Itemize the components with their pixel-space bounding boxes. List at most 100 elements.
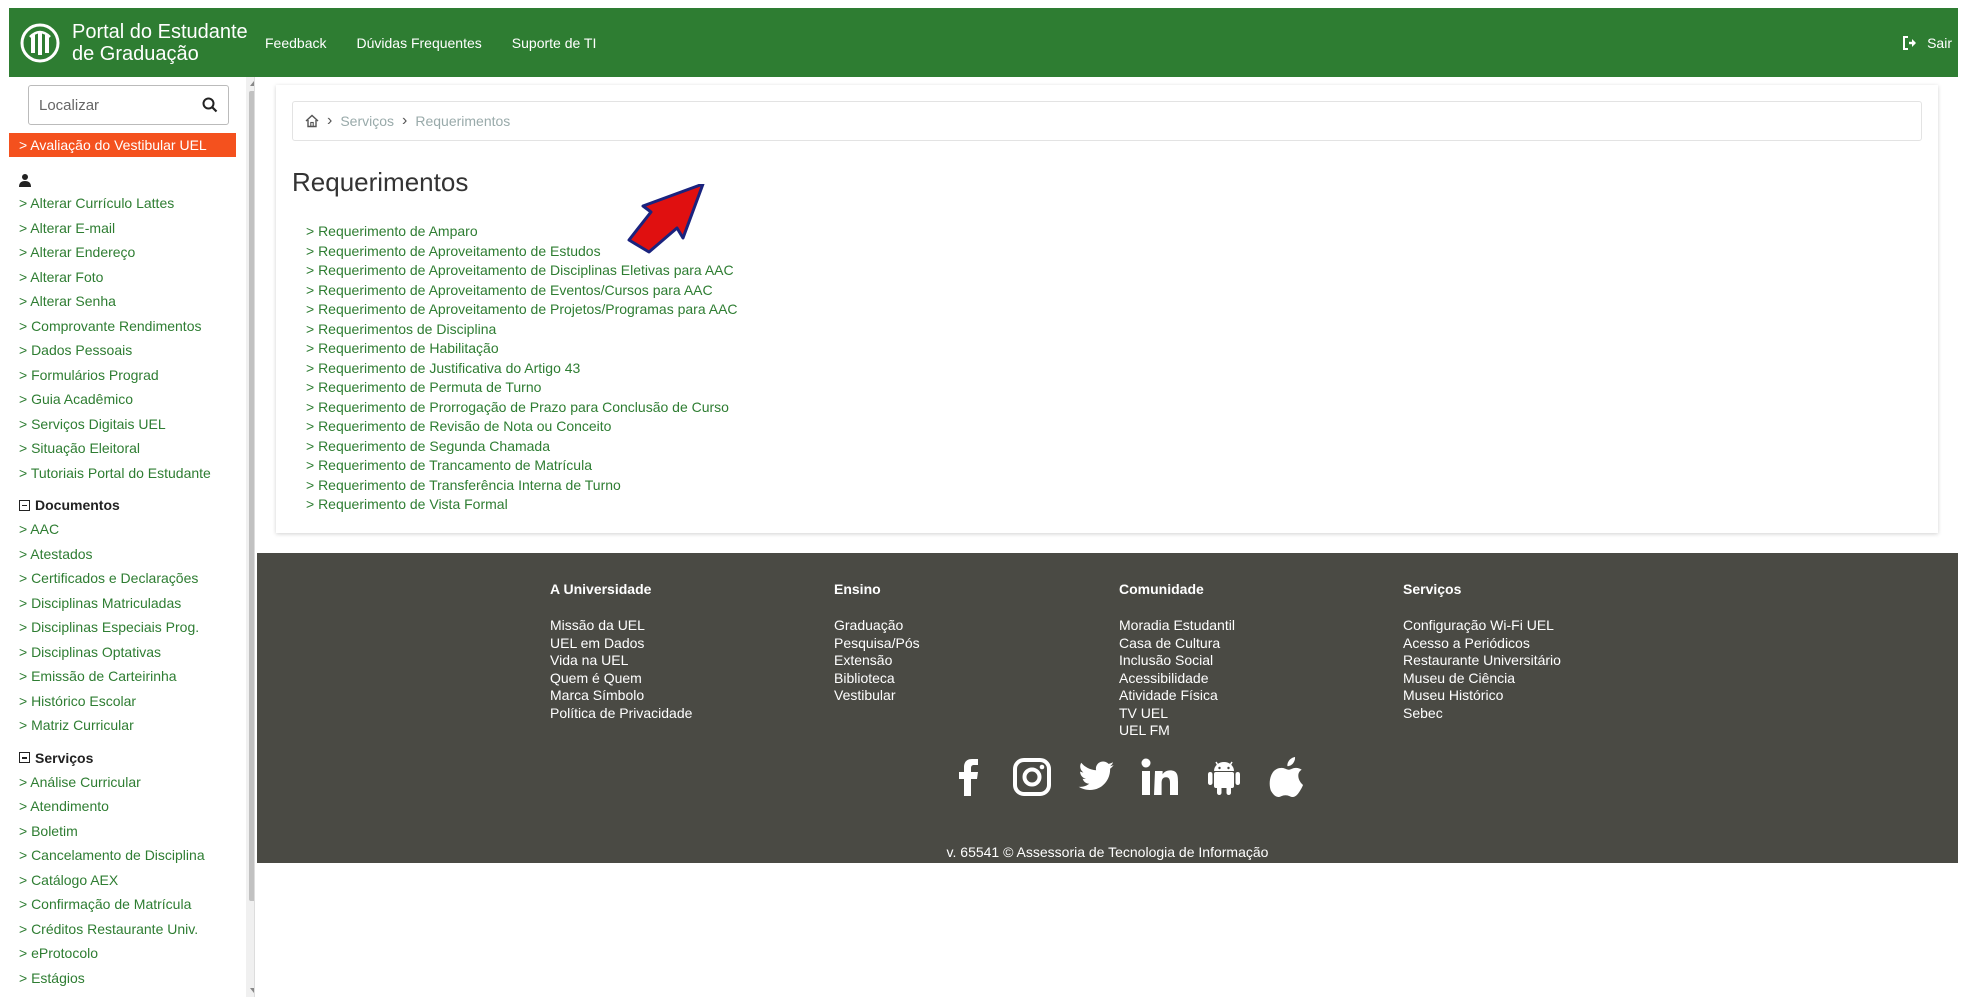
footer-link[interactable]: UEL em Dados [550, 635, 692, 653]
footer-link[interactable]: Marca Símbolo [550, 687, 692, 705]
footer-link[interactable]: Missão da UEL [550, 617, 692, 635]
nav-feedback[interactable]: Feedback [265, 35, 326, 51]
logout-button[interactable]: Sair [1901, 8, 1952, 77]
footer-link[interactable]: Pesquisa/Pós [834, 635, 920, 653]
sidebar-item[interactable]: > Histórico Escolar [19, 689, 243, 714]
sidebar-item[interactable]: > AAC [19, 517, 243, 542]
footer-link[interactable]: Moradia Estudantil [1119, 617, 1235, 635]
requerimento-link[interactable]: > Requerimento de Prorrogação de Prazo p… [306, 398, 738, 418]
requerimento-link[interactable]: > Requerimentos de Disciplina [306, 320, 738, 340]
sidebar-item[interactable]: > Boletim [19, 819, 243, 844]
page-title: Requerimentos [292, 167, 469, 197]
sidebar-item[interactable]: > Matriz Curricular [19, 713, 243, 738]
footer-link[interactable]: Configuração Wi-Fi UEL [1403, 617, 1561, 635]
sidebar-item-avaliacao-vestibular[interactable]: > Avaliação do Vestibular UEL [9, 133, 236, 157]
linkedin-icon[interactable] [1139, 756, 1181, 798]
scroll-down-icon[interactable] [250, 988, 254, 993]
sidebar-item[interactable]: > Guia Acadêmico [19, 387, 243, 412]
chevron-right-icon: › [402, 112, 408, 129]
sidebar-item[interactable]: > Alterar Endereço [19, 240, 243, 265]
requerimento-link[interactable]: > Requerimento de Aproveitamento de Proj… [306, 300, 738, 320]
footer-link[interactable]: Museu Histórico [1403, 687, 1561, 705]
footer-link[interactable]: Casa de Cultura [1119, 635, 1235, 653]
annotation-arrow-icon [627, 184, 705, 254]
sidebar-item[interactable]: > Tutoriais Portal do Estudante [19, 461, 243, 486]
sidebar-item[interactable]: > Atestados [19, 542, 243, 567]
sidebar-item[interactable]: > Estágios [19, 966, 243, 991]
sidebar-item[interactable]: > Catálogo AEX [19, 868, 243, 893]
footer-link[interactable]: Vestibular [834, 687, 920, 705]
collapse-icon [19, 499, 30, 511]
sidebar-item[interactable]: > Disciplinas Especiais Prog. [19, 615, 243, 640]
nav-duvidas-frequentes[interactable]: Dúvidas Frequentes [356, 35, 481, 51]
facebook-icon[interactable] [947, 756, 989, 798]
sidebar-item[interactable]: > Certificados e Declarações [19, 566, 243, 591]
sidebar-item[interactable]: > Emissão de Carteirinha [19, 664, 243, 689]
requerimento-link[interactable]: > Requerimento de Habilitação [306, 339, 738, 359]
sidebar-scrollbar[interactable] [246, 77, 254, 997]
sidebar-item[interactable]: > Situação Eleitoral [19, 436, 243, 461]
footer-link[interactable]: Política de Privacidade [550, 705, 692, 723]
sidebar-item[interactable]: > Análise Curricular [19, 770, 243, 795]
top-bar: Portal do Estudante de Graduação Feedbac… [9, 8, 1958, 77]
sidebar-item[interactable]: > Atendimento [19, 794, 243, 819]
sidebar-item[interactable]: > Formulários Prograd [19, 363, 243, 388]
requerimento-link[interactable]: > Requerimento de Aproveitamento de Even… [306, 281, 738, 301]
sidebar-item[interactable]: > Alterar Senha [19, 289, 243, 314]
sidebar-item[interactable]: > Alterar Foto [19, 265, 243, 290]
section-documentos[interactable]: Documentos [19, 493, 243, 517]
sidebar-item[interactable]: > Comprovante Rendimentos [19, 314, 243, 339]
apple-icon[interactable] [1267, 756, 1309, 798]
sidebar-item[interactable]: > Serviços Digitais UEL [19, 412, 243, 437]
brand[interactable]: Portal do Estudante de Graduação [9, 21, 265, 65]
scrollbar-thumb[interactable] [249, 91, 254, 901]
footer-link[interactable]: TV UEL [1119, 705, 1235, 723]
sidebar-item[interactable]: > Alterar E-mail [19, 216, 243, 241]
requerimento-link[interactable]: > Requerimento de Revisão de Nota ou Con… [306, 417, 738, 437]
requerimento-link[interactable]: > Requerimento de Vista Formal [306, 495, 738, 515]
chevron-right-icon: › [327, 112, 333, 129]
breadcrumb: › Serviços › Requerimentos [292, 101, 1922, 141]
footer-link[interactable]: UEL FM [1119, 722, 1235, 740]
requerimento-link[interactable]: > Requerimento de Transferência Interna … [306, 476, 738, 496]
footer-link[interactable]: Restaurante Universitário [1403, 652, 1561, 670]
section-servicos[interactable]: Serviços [19, 746, 243, 770]
top-nav: Feedback Dúvidas Frequentes Suporte de T… [265, 35, 596, 51]
footer-link[interactable]: Museu de Ciência [1403, 670, 1561, 688]
instagram-icon[interactable] [1011, 756, 1053, 798]
footer-link[interactable]: Acesso a Periódicos [1403, 635, 1561, 653]
search-input[interactable] [39, 96, 199, 114]
footer-link[interactable]: Atividade Física [1119, 687, 1235, 705]
sidebar-item[interactable]: > Confirmação de Matrícula [19, 892, 243, 917]
footer-link[interactable]: Sebec [1403, 705, 1561, 723]
requerimento-link[interactable]: > Requerimento de Segunda Chamada [306, 437, 738, 457]
footer-link[interactable]: Biblioteca [834, 670, 920, 688]
footer-link[interactable]: Acessibilidade [1119, 670, 1235, 688]
sidebar-item[interactable]: > Disciplinas Optativas [19, 640, 243, 665]
section-documentos-title: Documentos [35, 497, 120, 513]
sidebar-item[interactable]: > eProtocolo [19, 941, 243, 966]
sidebar-item[interactable]: > Disciplinas Matriculadas [19, 591, 243, 616]
nav-suporte-ti[interactable]: Suporte de TI [512, 35, 597, 51]
search-icon[interactable] [202, 97, 218, 113]
footer-link[interactable]: Graduação [834, 617, 920, 635]
home-icon[interactable] [305, 114, 319, 128]
requerimento-link[interactable]: > Requerimento de Permuta de Turno [306, 378, 738, 398]
sidebar-item[interactable]: > Dados Pessoais [19, 338, 243, 363]
twitter-icon[interactable] [1075, 756, 1117, 798]
requerimento-link[interactable]: > Requerimento de Trancamento de Matrícu… [306, 456, 738, 476]
footer-link[interactable]: Quem é Quem [550, 670, 692, 688]
sidebar-item[interactable]: > Alterar Currículo Lattes [19, 191, 243, 216]
footer-link[interactable]: Vida na UEL [550, 652, 692, 670]
sidebar-item[interactable]: > Cancelamento de Disciplina [19, 843, 243, 868]
footer-link[interactable]: Extensão [834, 652, 920, 670]
breadcrumb-servicos[interactable]: Serviços [340, 113, 394, 129]
requerimento-link[interactable]: > Requerimento de Aproveitamento de Disc… [306, 261, 738, 281]
sidebar-item[interactable]: > Créditos Restaurante Univ. [19, 917, 243, 942]
footer-link[interactable]: Inclusão Social [1119, 652, 1235, 670]
scroll-up-icon[interactable] [250, 81, 254, 86]
requerimento-link[interactable]: > Requerimento de Justificativa do Artig… [306, 359, 738, 379]
servicos-list: > Análise Curricular > Atendimento > Bol… [19, 770, 243, 991]
footer-col-title: Serviços [1403, 581, 1462, 597]
android-icon[interactable] [1203, 756, 1245, 798]
